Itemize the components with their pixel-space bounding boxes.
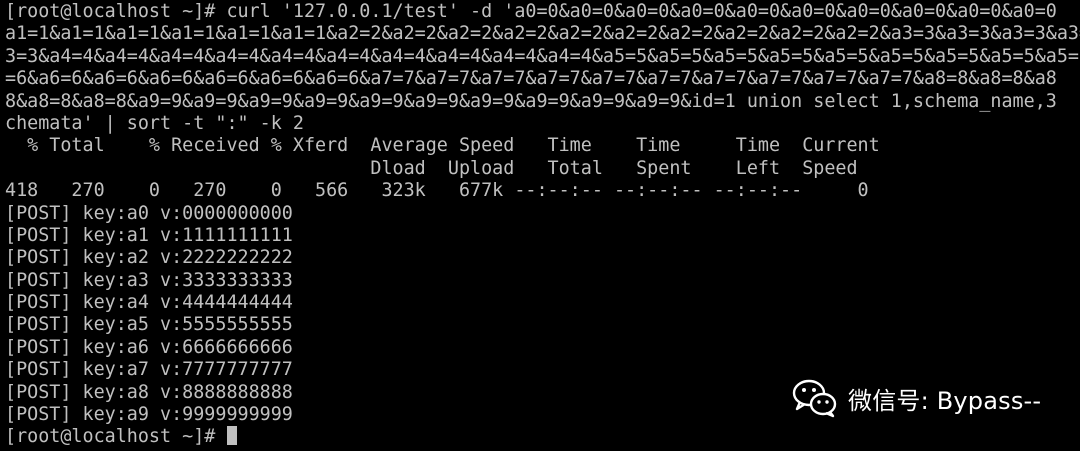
output-line: [POST] key:a4 v:4444444444 (5, 292, 293, 314)
output-line: [POST] key:a1 v:1111111111 (5, 224, 293, 246)
output-line: [POST] key:a3 v:3333333333 (5, 269, 293, 291)
wechat-icon (792, 379, 837, 418)
terminal-line-command: [root@localhost ~]# curl '127.0.0.1/test… (5, 1, 1057, 22)
curl-progress-values: 418 270 0 270 0 566 323k 677k --:--:-- -… (5, 180, 869, 202)
curl-progress-header: % Total % Received % Xferd Average Speed… (5, 135, 880, 157)
terminal-cursor (227, 426, 238, 446)
output-line: [POST] key:a6 v:6666666666 (5, 336, 293, 358)
output-line: [POST] key:a5 v:5555555555 (5, 314, 293, 336)
terminal-line-command-wrap: 8&a8=8&a8=8&a9=9&a9=9&a9=9&a9=9&a9=9&a9=… (5, 90, 1057, 112)
output-line: [POST] key:a2 v:2222222222 (5, 247, 293, 269)
terminal-line-command-wrap: 3=3&a4=4&a4=4&a4=4&a4=4&a4=4&a4=4&a4=4&a… (5, 45, 1080, 67)
terminal-line-command-wrap: chemata' | sort -t ":" -k 2 (5, 112, 304, 134)
curl-progress-subheader: Dload Upload Total Spent Left Speed (5, 157, 858, 179)
terminal-prompt-line[interactable]: [root@localhost ~]# (5, 426, 1080, 448)
output-line: [POST] key:a0 v:0000000000 (5, 202, 293, 224)
watermark: 微信号: Bypass-- (792, 378, 1041, 418)
terminal-line-command-wrap: a1=1&a1=1&a1=1&a1=1&a1=1&a1=1&a2=2&a2=2&… (5, 23, 1080, 45)
terminal-line-command-wrap: =6&a6=6&a6=6&a6=6&a6=6&a6=6&a6=6&a7=7&a7… (5, 68, 1057, 90)
terminal-prompt: [root@localhost ~]# (5, 426, 227, 448)
watermark-text: 微信号: Bypass-- (848, 386, 1042, 415)
